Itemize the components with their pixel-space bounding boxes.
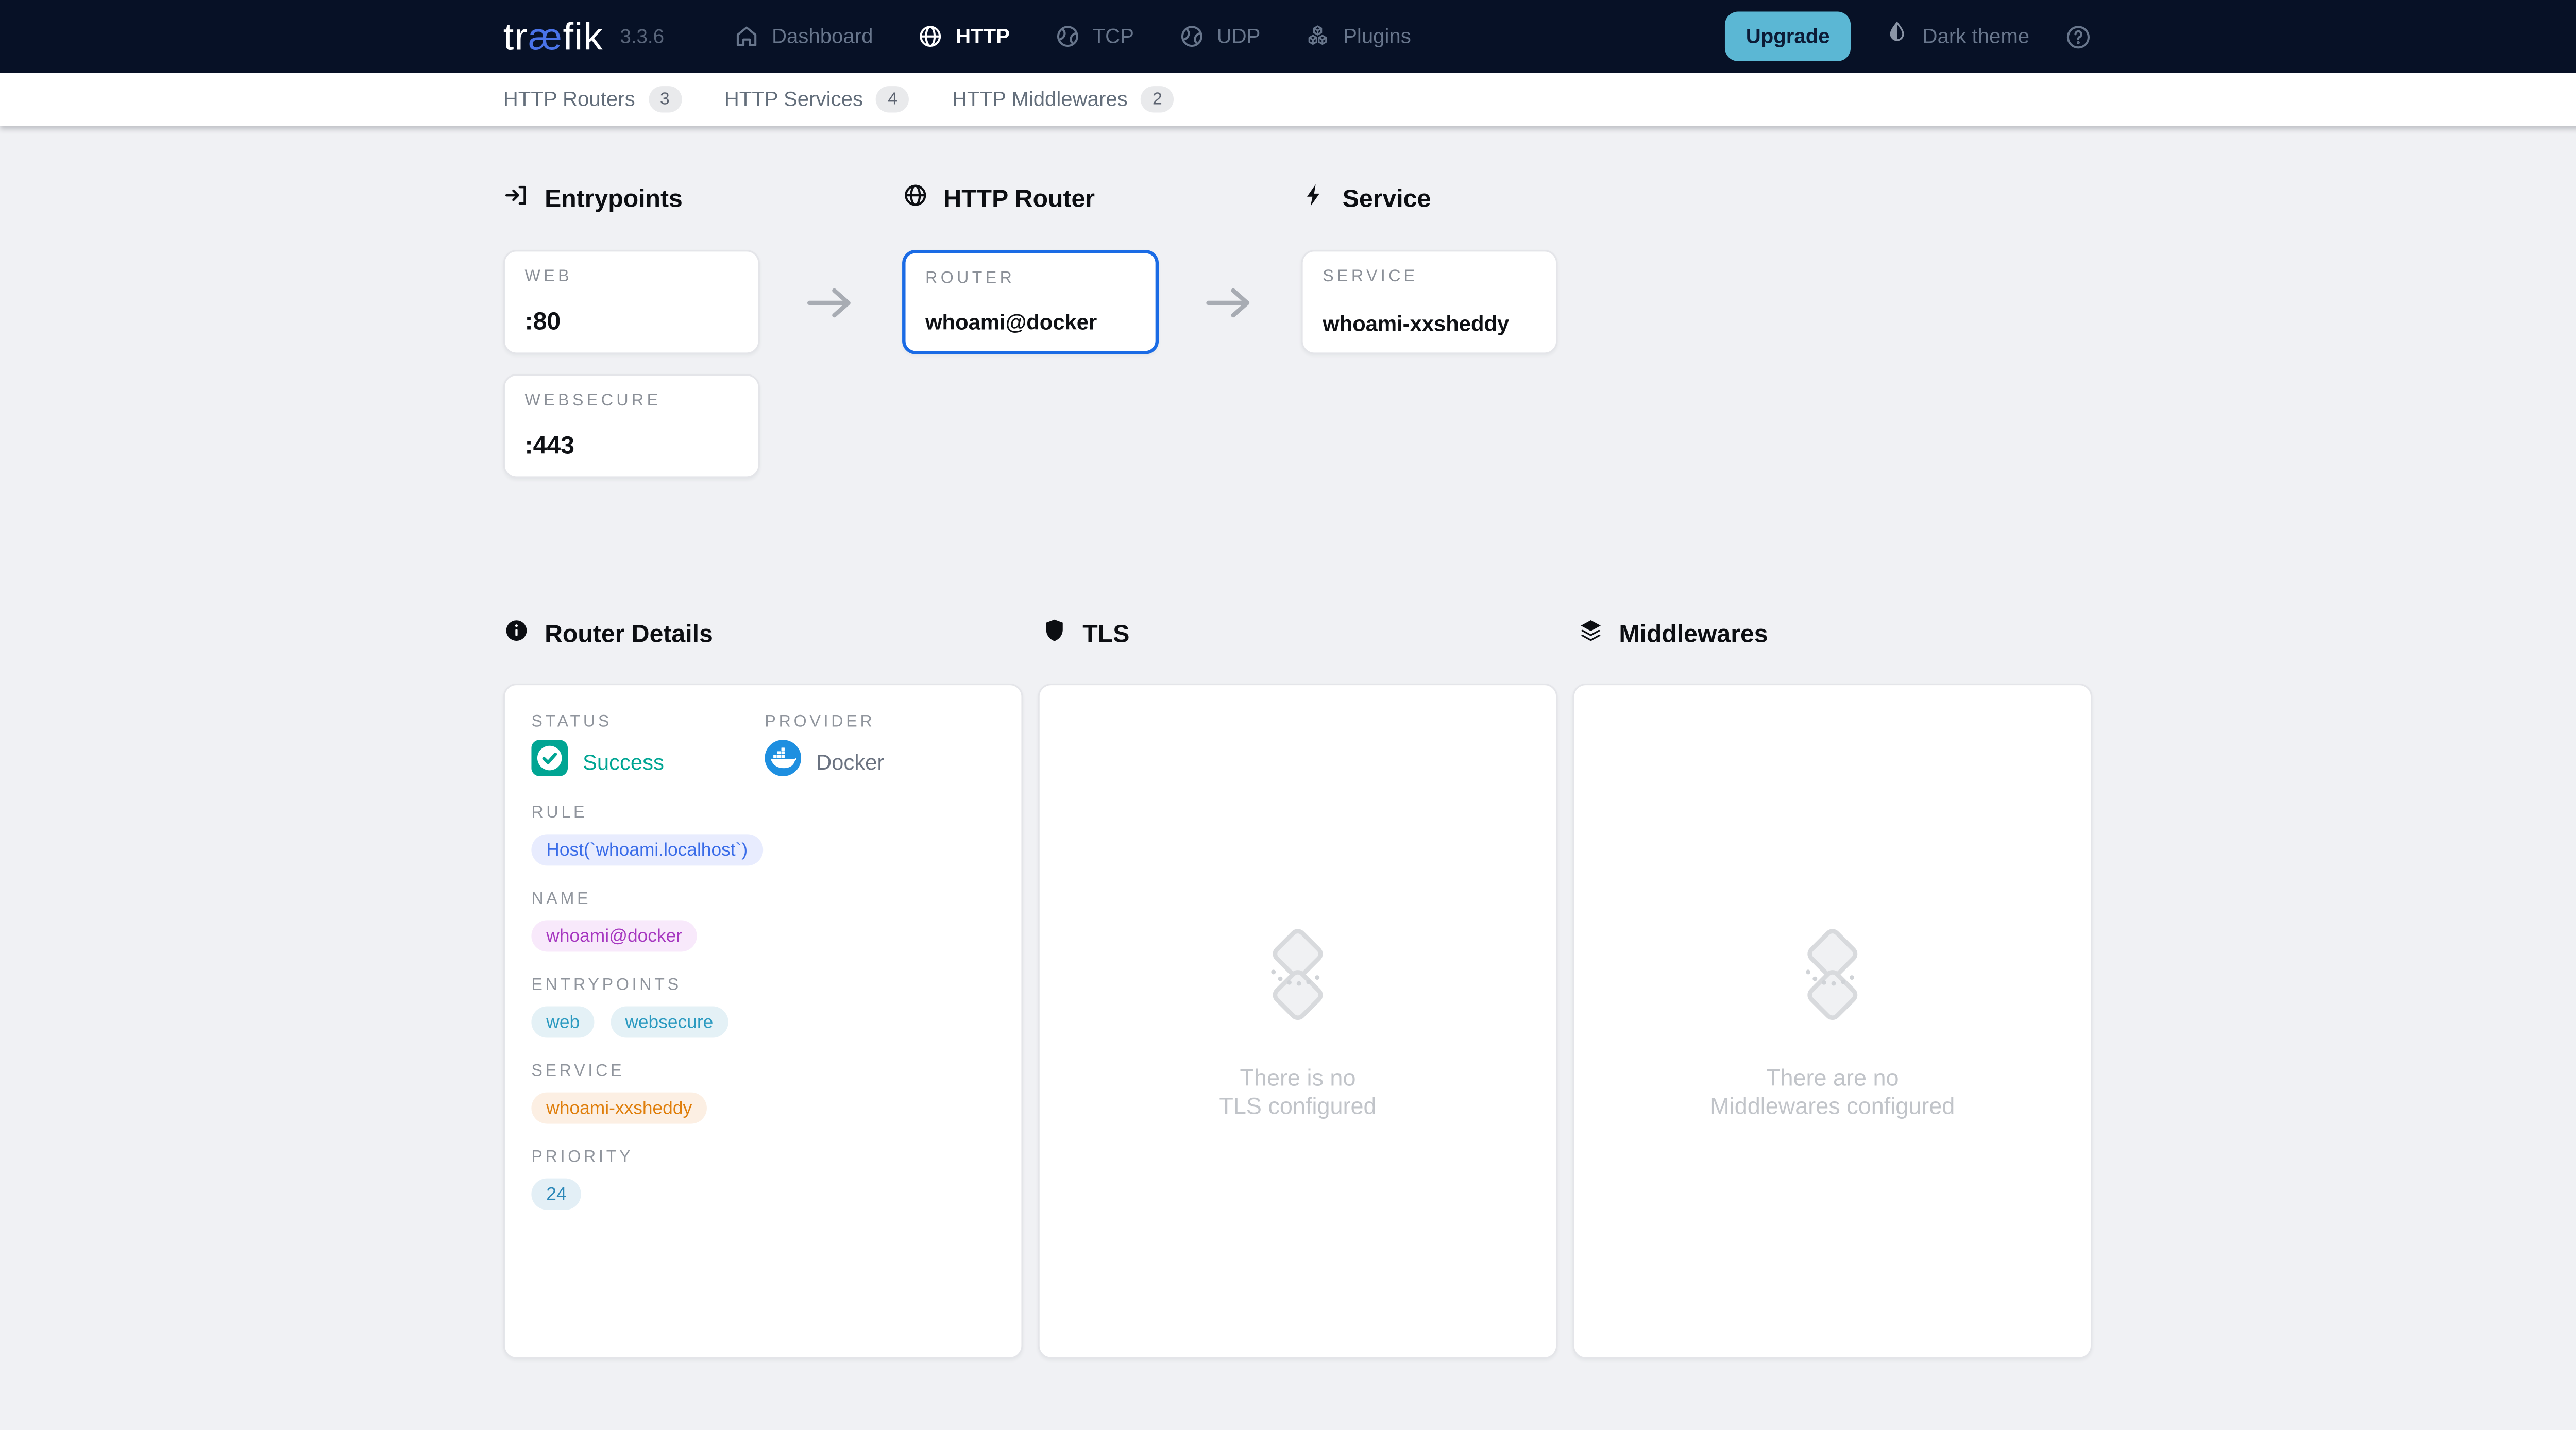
arrow-right-icon xyxy=(760,250,902,354)
globe-tcp-icon xyxy=(1055,23,1081,49)
docker-icon xyxy=(765,739,801,784)
tls-empty-line-2: TLS configured xyxy=(1219,1093,1376,1120)
routers-count-badge: 3 xyxy=(648,86,681,112)
nav-item-dashboard[interactable]: Dashboard xyxy=(734,23,873,49)
nav-item-tcp[interactable]: TCP xyxy=(1055,23,1134,49)
globe-icon xyxy=(902,182,928,216)
top-navbar: træfik 3.3.6 Dashboard HTTP TCP xyxy=(0,0,2576,73)
middlewares-count-badge: 2 xyxy=(1141,86,1174,112)
droplet-icon xyxy=(1886,20,1909,53)
empty-layers-icon xyxy=(1250,923,1346,1025)
info-icon xyxy=(503,617,530,652)
globe-udp-icon xyxy=(1179,23,1205,49)
service-section-header: Service xyxy=(1301,182,1700,216)
middlewares-empty-line-2: Middlewares configured xyxy=(1710,1093,1955,1120)
name-pill: whoami@docker xyxy=(531,920,697,951)
globe-icon xyxy=(918,23,944,49)
http-subnav: HTTP Routers 3 HTTP Services 4 HTTP Midd… xyxy=(0,73,2576,126)
service-pill: whoami-xxsheddy xyxy=(531,1093,707,1124)
tab-http-routers[interactable]: HTTP Routers 3 xyxy=(503,73,681,126)
traefik-dashboard: træfik 3.3.6 Dashboard HTTP TCP xyxy=(0,0,2576,1430)
logo-prefix: tr xyxy=(503,14,528,59)
help-icon[interactable] xyxy=(2064,22,2093,50)
tls-empty-line-1: There is no xyxy=(1240,1065,1355,1093)
nav-item-plugins[interactable]: Plugins xyxy=(1305,23,1411,49)
http-router-section-header: HTTP Router xyxy=(902,182,1301,216)
router-card[interactable]: ROUTER whoami@docker xyxy=(902,250,1159,354)
router-details-header: Router Details xyxy=(503,617,1041,652)
services-count-badge: 4 xyxy=(876,86,909,112)
tab-http-middlewares[interactable]: HTTP Middlewares 2 xyxy=(952,73,1174,126)
flash-icon xyxy=(1301,182,1327,216)
success-check-icon xyxy=(531,739,568,784)
upgrade-button[interactable]: Upgrade xyxy=(1724,11,1851,61)
layers-icon xyxy=(1578,617,1604,652)
home-icon xyxy=(734,23,760,49)
provider-value: Docker xyxy=(816,749,884,774)
middlewares-empty-line-1: There are no xyxy=(1766,1065,1899,1093)
middlewares-header: Middlewares xyxy=(1578,617,1768,652)
version-label: 3.3.6 xyxy=(620,25,664,48)
arrow-right-icon xyxy=(1159,250,1301,354)
logo-suffix: fik xyxy=(563,14,603,59)
priority-pill: 24 xyxy=(531,1179,581,1210)
traefik-logo[interactable]: træfik xyxy=(503,14,603,59)
entrypoint-card-websecure: WEBSECURE :443 xyxy=(503,374,760,478)
entrypoints-section-header: Entrypoints xyxy=(503,182,902,216)
status-value: Success xyxy=(583,749,664,774)
service-card[interactable]: SERVICE whoami-xxsheddy xyxy=(1301,250,1557,354)
entrypoint-card-web: WEB :80 xyxy=(503,250,760,354)
main-nav: Dashboard HTTP TCP UDP Plugins xyxy=(734,23,1411,49)
nav-item-http[interactable]: HTTP xyxy=(918,23,1010,49)
login-arrow-icon xyxy=(503,182,530,216)
nav-item-udp[interactable]: UDP xyxy=(1179,23,1261,49)
logo-ae: æ xyxy=(528,14,563,59)
shield-icon xyxy=(1041,617,1067,652)
middlewares-card: There are no Middlewares configured xyxy=(1572,684,2092,1359)
empty-layers-icon xyxy=(1785,923,1880,1025)
tls-header: TLS xyxy=(1041,617,1578,652)
entrypoint-pill-web: web xyxy=(531,1007,595,1038)
tls-card: There is no TLS configured xyxy=(1038,684,1558,1359)
entrypoint-pill-websecure: websecure xyxy=(610,1007,728,1038)
rule-pill: Host(`whoami.localhost`) xyxy=(531,834,762,865)
theme-toggle[interactable]: Dark theme xyxy=(1886,20,2029,53)
plugins-cubes-icon xyxy=(1305,23,1331,49)
tab-http-services[interactable]: HTTP Services 4 xyxy=(724,73,909,126)
router-details-card: STATUS Success PROVIDER Docker xyxy=(503,684,1023,1359)
